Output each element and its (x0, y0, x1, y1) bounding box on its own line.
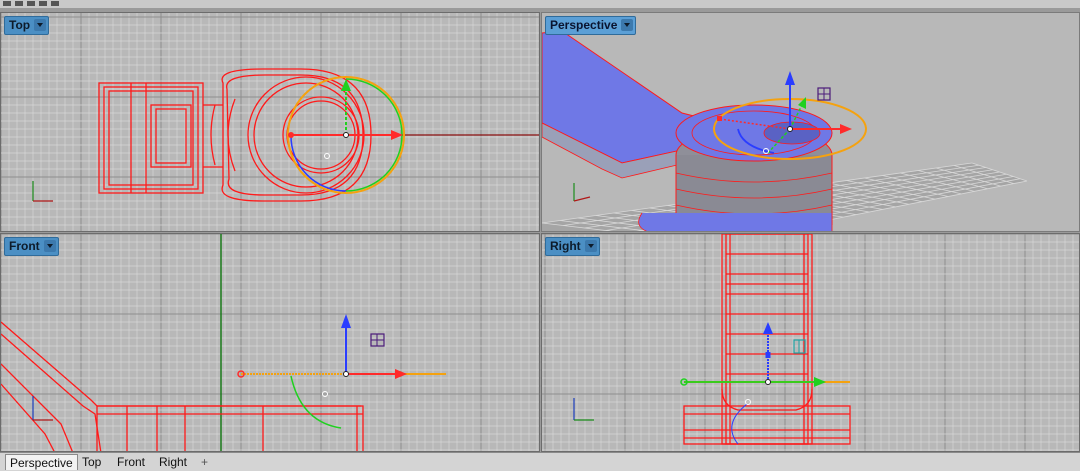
viewport-right[interactable]: Right (541, 233, 1080, 452)
tab-front[interactable]: Front (113, 454, 149, 470)
toolbar-icon[interactable] (51, 1, 59, 6)
top-view-canvas[interactable] (1, 13, 540, 232)
right-view-canvas[interactable] (542, 234, 1080, 452)
viewport-title-front[interactable]: Front (4, 237, 59, 256)
dropdown-caret-icon[interactable] (584, 240, 597, 252)
tab-perspective[interactable]: Perspective (5, 454, 78, 470)
viewport-title-perspective[interactable]: Perspective (545, 16, 637, 35)
grid (542, 234, 1079, 451)
dropdown-caret-icon[interactable] (621, 19, 634, 31)
toolbar-icon[interactable] (3, 1, 11, 6)
viewport-front[interactable]: Front (0, 233, 540, 452)
viewport-tab-bar: Perspective Top Front Right + (0, 452, 1080, 471)
dropdown-caret-icon[interactable] (34, 19, 47, 31)
world-axes-icon (573, 183, 591, 202)
toolbar-icon[interactable] (15, 1, 23, 6)
tab-right[interactable]: Right (155, 454, 191, 470)
viewport-title-right[interactable]: Right (545, 237, 600, 256)
add-tab-icon[interactable]: + (197, 454, 212, 470)
tab-top[interactable]: Top (78, 454, 105, 470)
viewport-label: Right (550, 239, 581, 253)
viewport-perspective[interactable]: Perspective (541, 12, 1080, 232)
wireframe-part (1, 321, 364, 451)
dropdown-caret-icon[interactable] (43, 240, 56, 252)
toolbar-icon[interactable] (27, 1, 35, 6)
viewport-top[interactable]: Top (0, 12, 540, 232)
grid (1, 234, 539, 451)
gumball-widget[interactable] (287, 76, 405, 194)
viewport-label: Top (9, 18, 31, 32)
viewport-title-top[interactable]: Top (4, 16, 50, 35)
front-view-canvas[interactable] (1, 234, 540, 452)
viewport-label: Front (9, 239, 40, 253)
toolbar-strip (0, 0, 1080, 8)
world-axes-icon (32, 181, 53, 202)
grid (1, 13, 539, 231)
toolbar-icon[interactable] (39, 1, 47, 6)
gumball-widget[interactable] (237, 314, 446, 429)
perspective-view-canvas[interactable] (542, 13, 1080, 232)
viewport-label: Perspective (550, 18, 618, 32)
